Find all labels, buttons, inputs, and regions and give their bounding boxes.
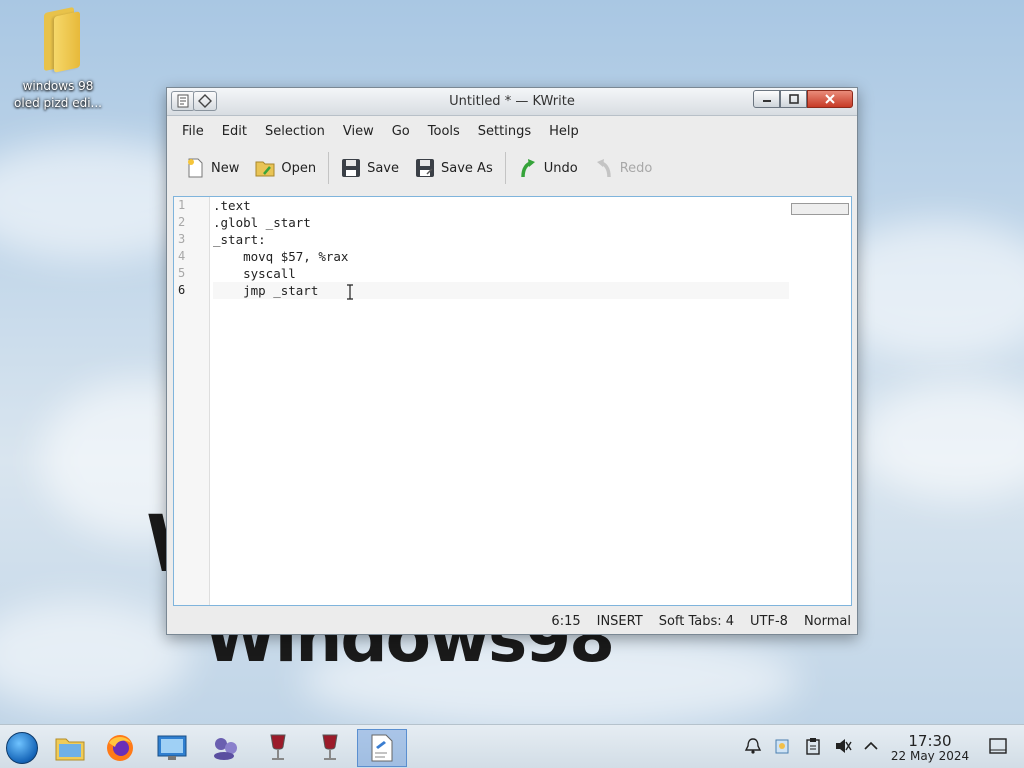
undo-label: Undo <box>543 160 578 176</box>
firefox-icon <box>107 735 133 761</box>
wine-glass-icon <box>270 734 286 760</box>
start-button[interactable] <box>0 729 44 767</box>
code-line[interactable]: .text <box>213 197 789 214</box>
toolbar-separator <box>328 152 330 184</box>
save-label: Save <box>367 160 400 176</box>
menu-edit[interactable]: Edit <box>215 120 254 143</box>
folder-icon <box>55 738 85 761</box>
open-button[interactable]: Open <box>249 154 322 182</box>
text-editor[interactable]: 1 2 3 4 5 6 .text .globl _start _start: … <box>173 196 852 606</box>
show-desktop-icon[interactable] <box>987 735 1009 757</box>
kwrite-window: Untitled * — KWrite File Edit Selection … <box>166 87 858 635</box>
code-line[interactable]: movq $57, %rax <box>213 248 789 265</box>
line-number: 4 <box>178 249 186 263</box>
new-document-icon <box>185 158 205 178</box>
menu-tools[interactable]: Tools <box>421 120 467 143</box>
encoding-setting[interactable]: UTF-8 <box>750 614 788 629</box>
line-number-gutter: 1 2 3 4 5 6 <box>174 197 210 605</box>
system-monitor-button[interactable] <box>150 729 194 767</box>
file-manager-button[interactable] <box>48 729 92 767</box>
code-area[interactable]: .text .globl _start _start: movq $57, %r… <box>213 197 789 299</box>
clock-date: 22 May 2024 <box>890 749 970 763</box>
chat-app-button[interactable] <box>204 729 248 767</box>
menu-help[interactable]: Help <box>542 120 586 143</box>
wine-app-button-1[interactable] <box>256 729 300 767</box>
new-label: New <box>211 160 240 176</box>
code-line[interactable]: .globl _start <box>213 214 789 231</box>
main-toolbar: New Open Save Save As Undo Redo <box>167 146 857 190</box>
desktop-folder-label: windows 98 oled pizd edi... <box>14 79 102 110</box>
close-button[interactable] <box>807 90 853 108</box>
text-editor-icon <box>371 734 393 762</box>
wine-glass-icon <box>322 734 338 760</box>
maximize-button[interactable] <box>780 90 807 108</box>
clock[interactable]: 17:30 22 May 2024 <box>888 733 972 763</box>
kwrite-task-button[interactable] <box>357 729 407 767</box>
menu-settings[interactable]: Settings <box>471 120 538 143</box>
cursor-position[interactable]: 6:15 <box>551 614 580 629</box>
save-button[interactable]: Save <box>335 154 405 182</box>
code-line[interactable]: _start: <box>213 231 789 248</box>
toolbar-separator <box>504 152 506 184</box>
people-icon <box>214 738 237 760</box>
text-cursor-icon <box>346 284 353 300</box>
save-as-icon <box>415 158 435 178</box>
redo-button[interactable]: Redo <box>588 154 659 182</box>
line-number-current: 6 <box>178 283 186 297</box>
new-button[interactable]: New <box>179 154 245 182</box>
desktop-folder-item[interactable]: windows 98 oled pizd edi... <box>8 6 108 112</box>
volume-muted-icon[interactable] <box>832 735 854 757</box>
save-as-button[interactable]: Save As <box>409 154 499 182</box>
syntax-mode[interactable]: Normal <box>804 614 851 629</box>
input-mode[interactable]: INSERT <box>597 614 643 629</box>
line-number: 1 <box>178 198 186 212</box>
monitor-icon <box>157 735 187 760</box>
chevron-up-icon[interactable] <box>860 735 882 757</box>
undo-arrow-icon <box>518 158 538 178</box>
line-number: 5 <box>178 266 186 280</box>
code-line[interactable]: syscall <box>213 265 789 282</box>
line-number: 3 <box>178 232 186 246</box>
indentation-setting[interactable]: Soft Tabs: 4 <box>659 614 734 629</box>
folder-icon <box>36 6 80 73</box>
title-bar[interactable]: Untitled * — KWrite <box>167 88 857 116</box>
taskbar: 17:30 22 May 2024 <box>0 724 1024 768</box>
clock-time: 17:30 <box>908 732 952 750</box>
redo-arrow-icon <box>594 158 614 178</box>
redo-label: Redo <box>619 160 653 176</box>
menu-selection[interactable]: Selection <box>258 120 332 143</box>
menu-bar: File Edit Selection View Go Tools Settin… <box>167 116 857 146</box>
minimize-button[interactable] <box>753 90 780 108</box>
scrollbar-minimap[interactable] <box>789 197 851 605</box>
firefox-button[interactable] <box>98 729 142 767</box>
floppy-disk-icon <box>341 158 361 178</box>
code-line-current[interactable]: jmp _start <box>213 282 789 299</box>
save-as-label: Save As <box>441 160 493 176</box>
notifications-icon[interactable] <box>742 735 764 757</box>
open-label: Open <box>281 160 317 176</box>
clipboard-network-icon[interactable] <box>771 735 793 757</box>
windows-logo-icon <box>6 732 38 764</box>
menu-view[interactable]: View <box>336 120 381 143</box>
wine-app-button-2[interactable] <box>308 729 352 767</box>
undo-button[interactable]: Undo <box>512 154 584 182</box>
clipboard-icon[interactable] <box>802 735 824 757</box>
menu-go[interactable]: Go <box>385 120 417 143</box>
status-bar: 6:15 INSERT Soft Tabs: 4 UTF-8 Normal <box>167 608 857 634</box>
line-number: 2 <box>178 215 186 229</box>
open-folder-icon <box>255 158 275 178</box>
menu-file[interactable]: File <box>175 120 211 143</box>
minimap-thumb[interactable] <box>791 203 849 215</box>
